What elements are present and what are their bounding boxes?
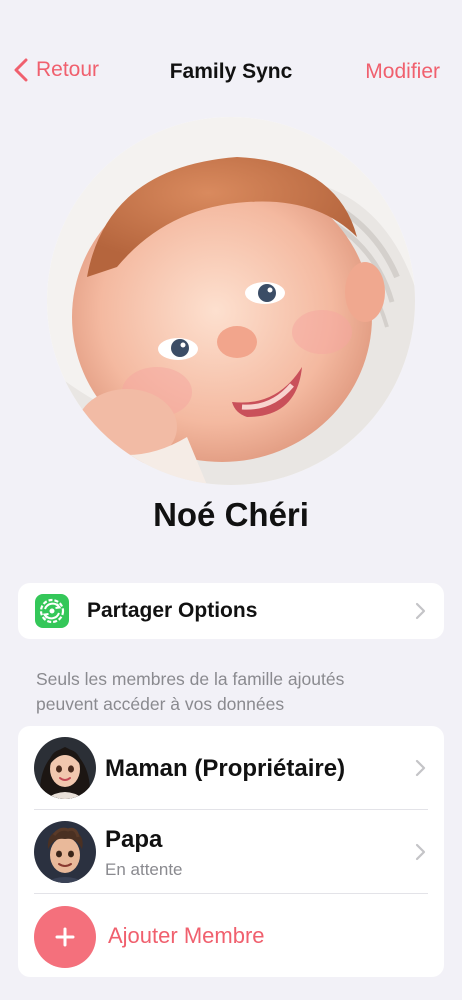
access-info-text: Seuls les membres de la famille ajoutés … <box>36 669 345 714</box>
chevron-right-icon <box>415 602 426 620</box>
add-member-icon-circle <box>34 906 96 968</box>
plus-icon <box>55 927 75 947</box>
sync-settings-icon <box>35 594 69 628</box>
member-name: Maman (Propriétaire) <box>105 755 346 782</box>
member-row-papa[interactable]: Papa En attente <box>18 810 444 894</box>
share-options-row[interactable]: Partager Options <box>18 583 444 639</box>
members-list: Maman (Propriétaire) Papa En attente Ajo… <box>18 726 444 977</box>
member-row-maman[interactable]: Maman (Propriétaire) <box>18 726 444 810</box>
add-member-label: Ajouter Membre <box>108 923 265 948</box>
baby-photo-image <box>47 117 415 485</box>
edit-button[interactable]: Modifier <box>365 60 440 84</box>
navigation-bar: Retour Family Sync Modifier <box>0 52 462 96</box>
avatar <box>34 737 96 799</box>
add-member-button[interactable]: Ajouter Membre <box>18 894 444 978</box>
mother-avatar-image <box>34 737 96 799</box>
chevron-right-icon <box>415 843 426 861</box>
chevron-right-icon <box>415 759 426 777</box>
member-status: En attente <box>105 860 183 879</box>
member-name: Papa <box>105 826 163 853</box>
share-options-label: Partager Options <box>87 599 258 622</box>
father-avatar-image <box>34 821 96 883</box>
profile-name: Noé Chéri <box>153 496 309 533</box>
family-sync-screen: Retour Family Sync Modifier Noé Chéri Pa… <box>0 0 462 1000</box>
profile-photo[interactable] <box>47 117 415 485</box>
avatar <box>34 821 96 883</box>
